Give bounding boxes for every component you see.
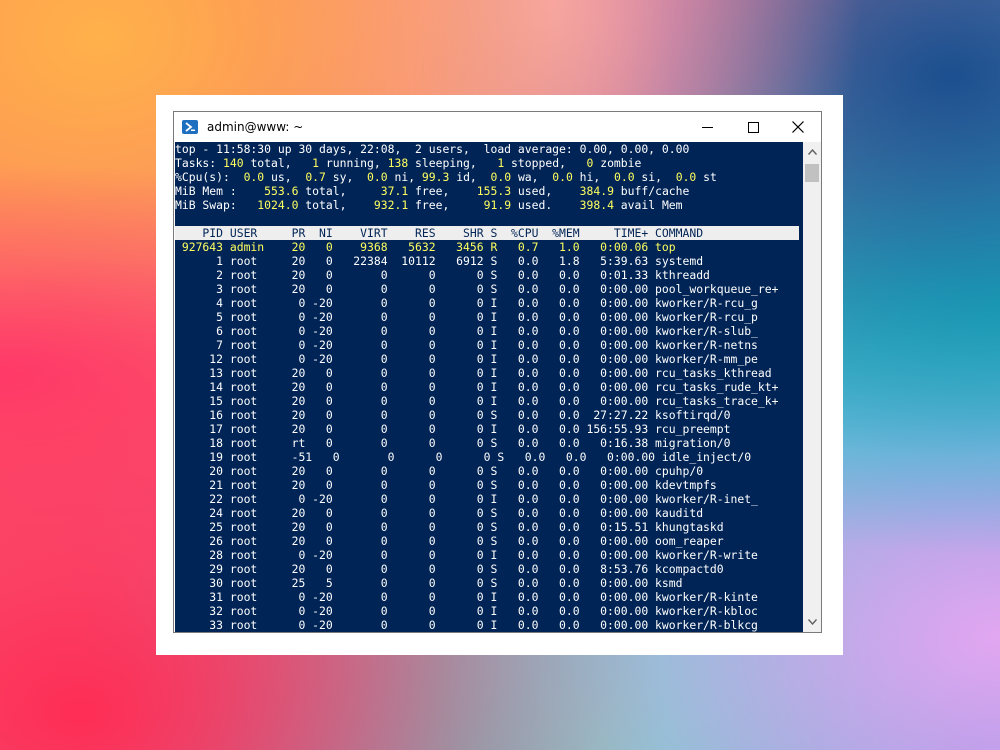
summary-text: 0.0	[367, 170, 388, 184]
summary-text: used.	[511, 198, 580, 212]
summary-text: 1024.0	[257, 198, 299, 212]
summary-text: 0.0	[675, 170, 697, 184]
close-icon	[792, 121, 804, 133]
table-row: 19 root -51 0 0 0 0 S 0.0 0.0 0:00.00 id…	[175, 450, 752, 464]
summary-text: sy,	[325, 170, 368, 184]
table-row: 7 root 0 -20 0 0 0 I 0.0 0.0 0:00.00 kwo…	[175, 338, 758, 352]
summary-cpu: %Cpu(s): 0.0 us, 0.7 sy, 0.0 ni, 99.3 id…	[175, 170, 803, 184]
summary-uptime: top - 11:58:30 up 30 days, 22:08, 2 user…	[175, 142, 803, 156]
summary-mem: MiB Mem : 553.6 total, 37.1 free, 155.3 …	[175, 184, 803, 198]
summary-text: avail Mem	[613, 198, 683, 212]
summary-text: used,	[511, 184, 580, 198]
powershell-icon	[182, 120, 198, 134]
summary-text: MiB Mem :	[175, 184, 265, 198]
table-row: 17 root 20 0 0 0 0 I 0.0 0.0 156:55.93 r…	[175, 422, 731, 436]
table-header-text: PID USER PR NI VIRT RES SHR S %CPU %MEM …	[175, 226, 704, 240]
summary-text: si,	[634, 170, 676, 184]
summary-text: 91.9	[483, 198, 512, 212]
process-table-header: PID USER PR NI VIRT RES SHR S %CPU %MEM …	[175, 226, 799, 240]
summary-text: 99.3	[421, 170, 450, 184]
summary-text: 1	[312, 156, 320, 170]
table-row: 2 root 20 0 0 0 0 S 0.0 0.0 0:01.33 kthr…	[175, 268, 710, 282]
summary-text: stopped,	[504, 156, 587, 170]
summary-text: 398.4	[579, 198, 614, 212]
table-row: 32 root 0 -20 0 0 0 I 0.0 0.0 0:00.00 kw…	[175, 604, 758, 618]
summary-text: 553.6	[264, 184, 299, 198]
summary-text: total,	[298, 198, 374, 212]
summary-text: sleeping,	[408, 156, 498, 170]
chevron-up-icon	[807, 149, 817, 155]
window-title: admin@www: ~	[207, 120, 304, 134]
table-row: 6 root 0 -20 0 0 0 I 0.0 0.0 0:00.00 kwo…	[175, 324, 758, 338]
summary-text: Tasks:	[175, 156, 224, 170]
table-row: 5 root 0 -20 0 0 0 I 0.0 0.0 0:00.00 kwo…	[175, 310, 758, 324]
table-row: 18 root rt 0 0 0 0 S 0.0 0.0 0:16.38 mig…	[175, 436, 731, 450]
summary-text: buff/cache	[613, 184, 690, 198]
summary-text: 138	[387, 156, 409, 170]
close-button[interactable]	[775, 112, 821, 142]
table-row: 3 root 20 0 0 0 0 S 0.0 0.0 0:00.00 pool…	[175, 282, 779, 296]
summary-text: 0.7	[305, 170, 326, 184]
summary-text: 932.1	[373, 198, 409, 212]
maximize-icon	[747, 121, 759, 133]
summary-text: wa,	[511, 170, 553, 184]
summary-text: hi,	[572, 170, 614, 184]
summary-text: id,	[449, 170, 491, 184]
table-row: 15 root 20 0 0 0 0 I 0.0 0.0 0:00.00 rcu…	[175, 394, 779, 408]
table-row: 20 root 20 0 0 0 0 S 0.0 0.0 0:00.00 cpu…	[175, 464, 704, 478]
table-row: 30 root 25 5 0 0 0 S 0.0 0.0 0:00.00 ksm…	[175, 576, 683, 590]
terminal-window[interactable]: admin@www: ~ top - 11:58:30 up 30 days, …	[173, 111, 822, 633]
table-row: 4 root 0 -20 0 0 0 I 0.0 0.0 0:00.00 kwo…	[175, 296, 758, 310]
summary-text: running,	[319, 156, 388, 170]
scroll-up-button[interactable]	[803, 144, 821, 160]
summary-text: us,	[264, 170, 306, 184]
summary-text: %Cpu(s):	[175, 170, 244, 184]
table-row: 14 root 20 0 0 0 0 I 0.0 0.0 0:00.00 rcu…	[175, 380, 779, 394]
table-row: 31 root 0 -20 0 0 0 I 0.0 0.0 0:00.00 kw…	[175, 590, 758, 604]
table-row: 1 root 20 0 22384 10112 6912 S 0.0 1.8 5…	[175, 254, 704, 268]
summary-text: 0.0	[243, 170, 265, 184]
vertical-scrollbar[interactable]	[803, 142, 821, 632]
summary-text: ni,	[387, 170, 422, 184]
terminal-output[interactable]: top - 11:58:30 up 30 days, 22:08, 2 user…	[175, 142, 803, 632]
scroll-down-button[interactable]	[803, 614, 821, 630]
summary-text: st	[696, 170, 717, 184]
table-row: 28 root 0 -20 0 0 0 I 0.0 0.0 0:00.00 kw…	[175, 548, 758, 562]
table-row: 25 root 20 0 0 0 0 S 0.0 0.0 0:15.51 khu…	[175, 520, 724, 534]
table-row: 33 root 0 -20 0 0 0 I 0.0 0.0 0:00.00 kw…	[175, 618, 758, 632]
table-row: 21 root 20 0 0 0 0 S 0.0 0.0 0:00.00 kde…	[175, 478, 717, 492]
summary-tasks: Tasks: 140 total, 1 running, 138 sleepin…	[175, 156, 803, 170]
summary-text: total,	[243, 156, 313, 170]
chevron-down-icon	[807, 619, 817, 625]
table-row: 29 root 20 0 0 0 0 S 0.0 0.0 8:53.76 kco…	[175, 562, 724, 576]
summary-text: MiB Swap:	[175, 198, 258, 212]
summary-swap: MiB Swap: 1024.0 total, 932.1 free, 91.9…	[175, 198, 803, 212]
summary-text: 37.1	[380, 184, 409, 198]
table-row: 16 root 20 0 0 0 0 S 0.0 0.0 27:27.22 ks…	[175, 408, 731, 422]
summary-text: free,	[408, 184, 477, 198]
summary-text: 155.3	[476, 184, 512, 198]
scroll-thumb[interactable]	[805, 164, 819, 182]
table-row: 22 root 0 -20 0 0 0 I 0.0 0.0 0:00.00 kw…	[175, 492, 758, 506]
title-bar[interactable]: admin@www: ~	[174, 112, 821, 142]
summary-text: zombie	[593, 156, 642, 170]
table-row: 24 root 20 0 0 0 0 S 0.0 0.0 0:00.00 kau…	[175, 506, 704, 520]
summary-text: 384.9	[579, 184, 614, 198]
summary-text: top - 11:58:30 up 30 days, 22:08, 2 user…	[175, 142, 690, 156]
summary-text: 0.0	[490, 170, 512, 184]
table-row: 12 root 0 -20 0 0 0 I 0.0 0.0 0:00.00 kw…	[175, 352, 758, 366]
process-table: 927643 admin 20 0 9368 5632 3456 R 0.7 1…	[175, 240, 803, 632]
minimize-button[interactable]	[684, 112, 730, 142]
table-row: 13 root 20 0 0 0 0 I 0.0 0.0 0:00.00 rcu…	[175, 366, 772, 380]
summary-text: 140	[223, 156, 244, 170]
summary-text: free,	[408, 198, 484, 212]
maximize-button[interactable]	[730, 112, 776, 142]
table-row: 927643 admin 20 0 9368 5632 3456 R 0.7 1…	[175, 240, 676, 254]
summary-text: 0.0	[613, 170, 635, 184]
summary-text: 0.0	[552, 170, 573, 184]
minimize-icon	[701, 126, 713, 128]
table-row: 26 root 20 0 0 0 0 S 0.0 0.0 0:00.00 oom…	[175, 534, 724, 548]
summary-text: total,	[298, 184, 381, 198]
